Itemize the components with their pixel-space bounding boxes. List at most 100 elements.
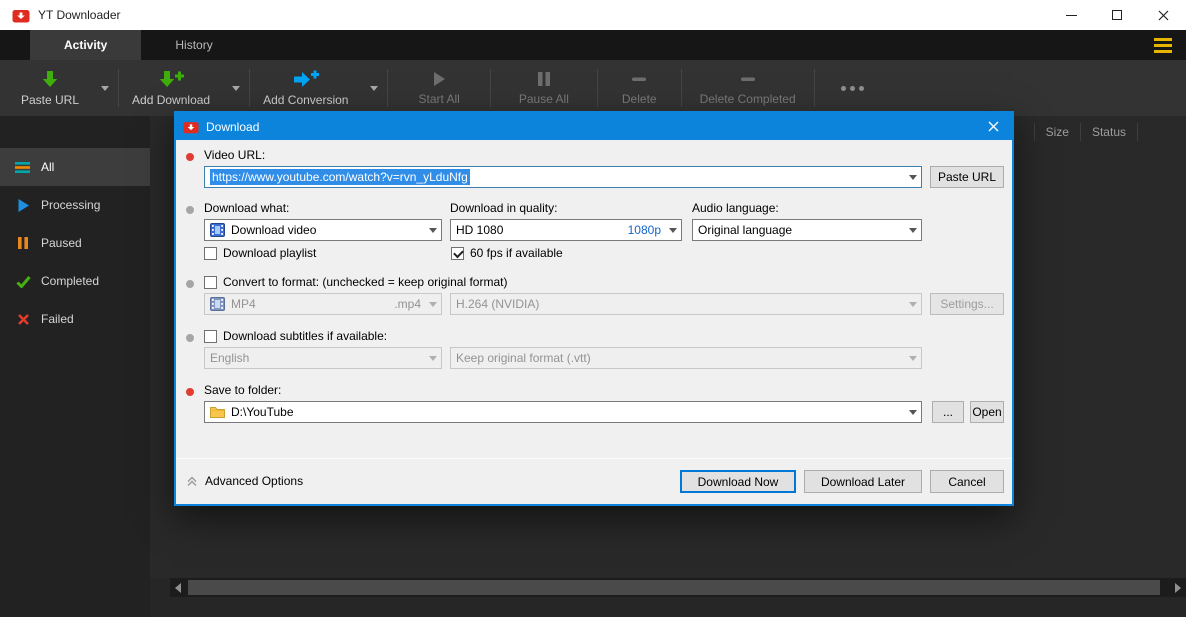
- sidebar: All Processing Paused Completed Failed: [0, 116, 150, 617]
- audio-language-value: Original language: [698, 223, 793, 237]
- codec-select: H.264 (NVIDIA): [450, 293, 922, 315]
- fps-checkbox[interactable]: 60 fps if available: [451, 246, 563, 260]
- format-value: MP4: [231, 297, 256, 311]
- chevron-down-icon: [904, 294, 921, 314]
- paste-url-button[interactable]: Paste URL: [8, 60, 92, 116]
- dialog-app-icon: [183, 120, 199, 134]
- chevron-down-icon: [664, 220, 681, 240]
- dialog-paste-url-button[interactable]: Paste URL: [930, 166, 1004, 188]
- tabbar: Activity History: [0, 30, 1186, 60]
- sidebar-item-completed[interactable]: Completed: [0, 262, 150, 300]
- column-size[interactable]: Size: [1033, 123, 1080, 141]
- quality-tag: 1080p: [627, 223, 661, 237]
- subtitles-language-value: English: [210, 351, 250, 365]
- scroll-right-button[interactable]: [1170, 578, 1186, 597]
- pause-all-label: Pause All: [518, 92, 569, 106]
- app-window: YT Downloader Activity History Paste URL…: [0, 0, 1186, 617]
- tab-history-label: History: [175, 38, 213, 52]
- maximize-button[interactable]: [1094, 0, 1140, 30]
- download-what-label: Download what:: [204, 201, 290, 215]
- column-status[interactable]: Status: [1079, 123, 1138, 141]
- dialog-body: Video URL: https://www.youtube.com/watch…: [176, 140, 1012, 504]
- sidebar-item-all[interactable]: All: [0, 148, 150, 186]
- quality-select[interactable]: HD 1080 1080p: [450, 219, 682, 241]
- close-button[interactable]: [1140, 0, 1186, 30]
- open-folder-button[interactable]: Open: [970, 401, 1004, 423]
- download-what-select[interactable]: Download video: [204, 219, 442, 241]
- sidebar-item-failed[interactable]: Failed: [0, 300, 150, 338]
- fps-label: 60 fps if available: [470, 246, 563, 260]
- save-folder-select[interactable]: D:\YouTube: [204, 401, 922, 423]
- checkbox-unchecked[interactable]: [204, 275, 217, 289]
- subtitles-format-value: Keep original format (.vtt): [456, 351, 591, 365]
- delete-label: Delete: [621, 92, 657, 106]
- add-conversion-dropdown[interactable]: [361, 60, 387, 116]
- cancel-button[interactable]: Cancel: [930, 470, 1004, 493]
- start-all-label: Start All: [418, 92, 460, 106]
- required-dot: [186, 153, 194, 161]
- download-playlist-label: Download playlist: [223, 246, 317, 260]
- sidebar-item-processing-label: Processing: [41, 198, 101, 212]
- advanced-options-toggle[interactable]: Advanced Options: [186, 470, 303, 492]
- all-filter-icon: [14, 161, 32, 174]
- completed-check-icon: [14, 275, 32, 288]
- subtitles-format-select: Keep original format (.vtt): [450, 347, 922, 369]
- add-conversion-icon: [293, 70, 319, 87]
- video-url-input[interactable]: https://www.youtube.com/watch?v=rvn_yLdu…: [204, 166, 922, 188]
- chevron-down-icon[interactable]: [904, 167, 921, 187]
- audio-language-select[interactable]: Original language: [692, 219, 922, 241]
- list-column-headers: Size Status: [1033, 123, 1138, 141]
- checkbox-unchecked[interactable]: [204, 246, 217, 260]
- app-icon: [12, 8, 30, 23]
- add-conversion-button[interactable]: Add Conversion: [250, 60, 361, 116]
- minimize-button[interactable]: [1048, 0, 1094, 30]
- dialog-close-button[interactable]: [978, 113, 1008, 140]
- convert-checkbox[interactable]: Convert to format: (unchecked = keep ori…: [204, 275, 507, 289]
- minus-icon: [740, 77, 755, 81]
- download-later-button[interactable]: Download Later: [804, 470, 922, 493]
- green-down-arrow-icon: [42, 70, 58, 87]
- sidebar-item-failed-label: Failed: [41, 312, 74, 326]
- subtitles-checkbox[interactable]: Download subtitles if available:: [204, 329, 387, 343]
- menu-icon[interactable]: [1154, 37, 1172, 53]
- window-controls: [1048, 0, 1186, 30]
- checkbox-checked[interactable]: [451, 246, 464, 260]
- advanced-options-label: Advanced Options: [205, 474, 304, 488]
- audio-language-label: Audio language:: [692, 201, 779, 215]
- sidebar-item-paused-label: Paused: [41, 236, 82, 250]
- tab-history[interactable]: History: [141, 30, 246, 60]
- codec-value: H.264 (NVIDIA): [456, 297, 540, 311]
- section-dot: [186, 206, 194, 214]
- scroll-left-button[interactable]: [170, 578, 186, 597]
- chevron-down-icon: [424, 348, 441, 368]
- add-download-label: Add Download: [132, 92, 211, 107]
- quality-value: HD 1080: [456, 223, 504, 237]
- browse-folder-button[interactable]: ...: [932, 401, 964, 423]
- checkbox-unchecked[interactable]: [204, 329, 217, 343]
- sidebar-item-paused[interactable]: Paused: [0, 224, 150, 262]
- tab-activity[interactable]: Activity: [30, 30, 142, 60]
- paste-url-dropdown[interactable]: [92, 60, 118, 116]
- processing-icon: [14, 198, 32, 213]
- chevron-down-icon: [424, 220, 441, 240]
- chevron-down-icon: [904, 348, 921, 368]
- add-download-dropdown[interactable]: [223, 60, 249, 116]
- settings-button: Settings...: [930, 293, 1004, 315]
- add-download-button[interactable]: Add Download: [119, 60, 223, 116]
- scroll-left-icon: [175, 582, 181, 593]
- delete-button: Delete: [598, 60, 681, 116]
- format-ext: .mp4: [394, 297, 421, 311]
- paste-url-label: Paste URL: [21, 92, 80, 107]
- download-what-value: Download video: [231, 223, 317, 237]
- download-now-button[interactable]: Download Now: [680, 470, 796, 493]
- more-actions-button[interactable]: [815, 60, 890, 116]
- horizontal-scrollbar[interactable]: [170, 578, 1186, 597]
- chevron-down-icon: [904, 220, 921, 240]
- dialog-title: Download: [206, 119, 260, 134]
- scrollbar-thumb[interactable]: [188, 580, 1160, 595]
- subtitles-language-select: English: [204, 347, 442, 369]
- download-playlist-checkbox[interactable]: Download playlist: [204, 246, 316, 260]
- required-dot: [186, 388, 194, 396]
- sidebar-item-processing[interactable]: Processing: [0, 186, 150, 224]
- scroll-right-icon: [1175, 582, 1181, 593]
